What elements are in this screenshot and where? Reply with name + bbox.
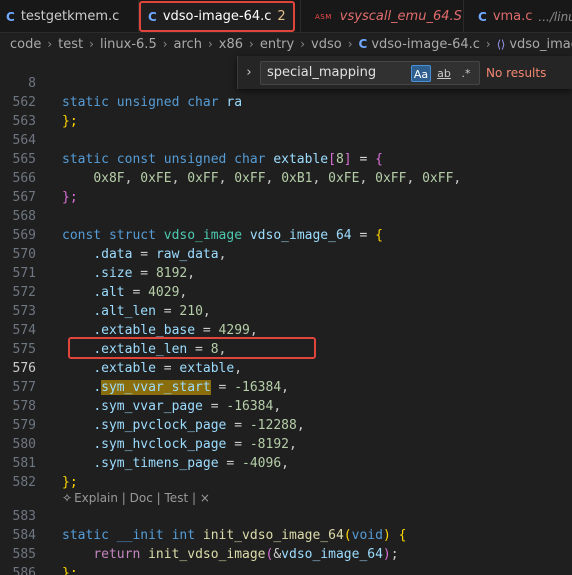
code-line: 585 }; — [0, 526, 572, 575]
tab-path: .../linux — [538, 9, 572, 24]
tab-vma[interactable]: C vma.c .../linux — [464, 0, 572, 33]
code-line: 586 subsys_initcall(init_vdso_image_64); — [0, 545, 572, 575]
code-line: 587 — [0, 564, 572, 575]
c-file-icon: C — [478, 9, 487, 24]
code-line: 584 return init_vdso_image(&vdso_image_6… — [0, 507, 572, 562]
breadcrumb-item[interactable]: arch — [174, 37, 202, 52]
chevron-right-icon: › — [249, 37, 254, 51]
code-line: 566 }; — [0, 150, 572, 205]
code-line: 569 .data = raw_data, — [0, 207, 572, 262]
code-line: 578 .sym_pvclock_page = -12288, — [0, 378, 572, 433]
breadcrumb-item[interactable]: vdso-image-64.c — [371, 37, 480, 52]
find-widget: › special_mapping Aa ab .* No results — [237, 56, 572, 89]
code-line: 572 .alt_len = 210, — [0, 264, 572, 319]
breadcrumb-item[interactable]: vdso — [311, 37, 342, 52]
breadcrumb-item[interactable]: linux-6.5 — [100, 37, 157, 52]
chevron-right-icon: › — [47, 37, 53, 51]
tab-vdso-image-64[interactable]: C vdso-image-64.c 2 × — [139, 1, 295, 32]
codelens-row: ✧ Explain | Doc | Test | × — [0, 470, 572, 505]
breadcrumb: code › test › linux-6.5 › arch › x86 › entry ›… — [0, 33, 572, 55]
tab-testgetkmem[interactable]: C testgetkmem.c — [0, 0, 138, 33]
breadcrumb-item[interactable]: test — [58, 37, 83, 52]
asm-file-icon: ASM — [315, 12, 332, 21]
code-line: 568 const struct vdso_image vdso_image_6… — [0, 188, 572, 243]
tab-bar: C testgetkmem.c C vdso-image-64.c 2 × AS… — [0, 0, 572, 33]
annotation-highlight-box — [68, 337, 316, 359]
code-line: 564 static const unsigned char extable[8… — [0, 112, 572, 167]
chevron-right-icon: › — [89, 37, 94, 51]
chevron-right-icon: › — [300, 37, 306, 51]
code-line: 579 .sym_hvclock_page = -8192, — [0, 397, 572, 452]
tab-label: testgetkmem.c — [20, 9, 120, 24]
find-query: special_mapping — [267, 65, 377, 80]
chevron-right-icon: › — [207, 37, 213, 51]
chevron-right-icon: › — [162, 37, 168, 51]
code-line: 570 .size = 8192, — [0, 226, 572, 281]
struct-symbol-icon: ⟨⟩ — [496, 37, 506, 51]
chevron-right-icon: › — [485, 37, 491, 51]
code-line: 565 0x8F, 0xFE, 0xFF, 0xFF, 0xB1, 0xFE, … — [0, 131, 572, 186]
breadcrumb-item[interactable]: entry — [260, 37, 294, 52]
code-line: 574 .extable_len = 8, — [0, 302, 572, 357]
tab-label: vsyscall_emu_64.S — [339, 9, 462, 24]
c-file-icon: C — [148, 9, 157, 24]
find-input[interactable]: special_mapping Aa ab .* — [260, 60, 480, 85]
tab-label: vma.c — [492, 9, 533, 24]
code-line: 567 — [0, 169, 572, 205]
code-line: 563 — [0, 93, 572, 129]
code-line: 580 .sym_timens_page = -4096, — [0, 416, 572, 471]
breadcrumb-item[interactable]: vdso_image_64 — [509, 37, 572, 52]
code-line: 577 .sym_vvar_page = -16384, — [0, 359, 572, 414]
code-line: 581 }; — [0, 435, 572, 490]
whole-word-toggle[interactable]: ab — [435, 65, 453, 82]
find-result-status: No results — [486, 65, 547, 80]
problems-count-badge: 2 — [277, 9, 286, 24]
c-file-icon: C — [358, 37, 368, 51]
tab-label: vdso-image-64.c — [162, 9, 272, 24]
match-case-toggle[interactable]: Aa — [411, 64, 431, 82]
breadcrumb-item[interactable]: x86 — [219, 37, 243, 52]
code-editor[interactable]: 8 static unsigned char ra 562 }; 563 564… — [0, 55, 572, 575]
regex-toggle[interactable]: .* — [457, 65, 475, 82]
chevron-right-icon[interactable]: › — [238, 65, 260, 80]
tab-vsyscall-emu[interactable]: ASM vsyscall_emu_64.S — [301, 0, 463, 33]
c-file-icon: C — [6, 9, 15, 24]
chevron-right-icon: › — [347, 37, 353, 51]
code-line: 571 .alt = 4029, — [0, 245, 572, 300]
code-line: 583 static __init int init_vdso_image_64… — [0, 488, 572, 543]
code-line: 573 .extable_base = 4299, — [0, 283, 572, 338]
breadcrumb-item[interactable]: code — [10, 37, 41, 52]
close-icon[interactable]: × — [292, 9, 293, 24]
